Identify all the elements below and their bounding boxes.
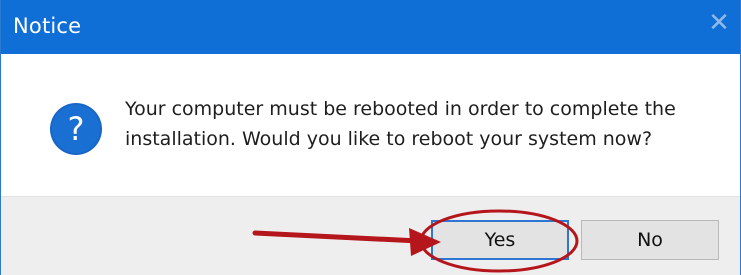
dialog-content: ? Your computer must be rebooted in orde… — [1, 54, 740, 196]
button-bar: Yes No — [1, 196, 740, 275]
question-mark-icon: ? — [50, 103, 102, 155]
no-button[interactable]: No — [581, 220, 719, 260]
notice-dialog: Notice ✕ ? Your computer must be reboote… — [0, 0, 741, 275]
dialog-message: Your computer must be rebooted in order … — [125, 98, 676, 150]
yes-button[interactable]: Yes — [431, 220, 569, 260]
close-icon[interactable]: ✕ — [704, 8, 734, 38]
svg-text:?: ? — [68, 110, 85, 148]
window-title: Notice — [13, 14, 82, 38]
title-bar[interactable]: Notice ✕ — [1, 0, 740, 54]
